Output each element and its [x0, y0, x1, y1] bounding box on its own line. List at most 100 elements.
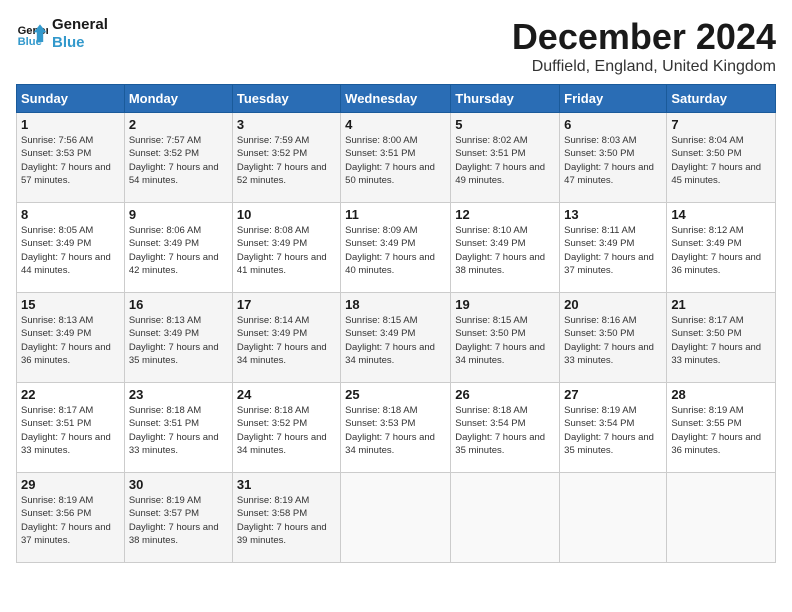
calendar-cell: 1 Sunrise: 7:56 AMSunset: 3:53 PMDaylight… — [17, 113, 125, 203]
day-info: Sunrise: 8:13 AMSunset: 3:49 PMDaylight:… — [129, 314, 228, 367]
day-header-wednesday: Wednesday — [341, 85, 451, 113]
calendar-cell: 14 Sunrise: 8:12 AMSunset: 3:49 PMDayligh… — [667, 203, 776, 293]
day-info: Sunrise: 8:12 AMSunset: 3:49 PMDaylight:… — [671, 224, 771, 277]
day-number: 13 — [564, 207, 662, 222]
day-number: 27 — [564, 387, 662, 402]
calendar-cell: 13 Sunrise: 8:11 AMSunset: 3:49 PMDayligh… — [560, 203, 667, 293]
calendar-cell: 3 Sunrise: 7:59 AMSunset: 3:52 PMDaylight… — [232, 113, 340, 203]
calendar-week-row: 22 Sunrise: 8:17 AMSunset: 3:51 PMDayligh… — [17, 383, 776, 473]
day-number: 4 — [345, 117, 446, 132]
day-info: Sunrise: 8:14 AMSunset: 3:49 PMDaylight:… — [237, 314, 336, 367]
calendar-cell: 4 Sunrise: 8:00 AMSunset: 3:51 PMDaylight… — [341, 113, 451, 203]
day-number: 17 — [237, 297, 336, 312]
day-number: 29 — [21, 477, 120, 492]
day-number: 31 — [237, 477, 336, 492]
calendar-cell: 9Sunrise: 8:06 AMSunset: 3:49 PMDaylight… — [124, 203, 232, 293]
calendar-cell: 7 Sunrise: 8:04 AMSunset: 3:50 PMDaylight… — [667, 113, 776, 203]
day-info: Sunrise: 8:02 AMSunset: 3:51 PMDaylight:… — [455, 134, 555, 187]
day-info: Sunrise: 8:09 AMSunset: 3:49 PMDaylight:… — [345, 224, 446, 277]
day-info: Sunrise: 8:17 AMSunset: 3:50 PMDaylight:… — [671, 314, 771, 367]
day-info: Sunrise: 8:10 AMSunset: 3:49 PMDaylight:… — [455, 224, 555, 277]
day-info: Sunrise: 8:18 AMSunset: 3:52 PMDaylight:… — [237, 404, 336, 457]
day-number: 20 — [564, 297, 662, 312]
calendar-cell: 30Sunrise: 8:19 AMSunset: 3:57 PMDayligh… — [124, 473, 232, 563]
day-info: Sunrise: 8:03 AMSunset: 3:50 PMDaylight:… — [564, 134, 662, 187]
day-number: 11 — [345, 207, 446, 222]
day-info: Sunrise: 8:11 AMSunset: 3:49 PMDaylight:… — [564, 224, 662, 277]
day-info: Sunrise: 8:18 AMSunset: 3:54 PMDaylight:… — [455, 404, 555, 457]
calendar-week-row: 8 Sunrise: 8:05 AMSunset: 3:49 PMDaylight… — [17, 203, 776, 293]
day-number: 21 — [671, 297, 771, 312]
day-info: Sunrise: 8:17 AMSunset: 3:51 PMDaylight:… — [21, 404, 120, 457]
calendar-week-row: 29 Sunrise: 8:19 AMSunset: 3:56 PMDayligh… — [17, 473, 776, 563]
day-info: Sunrise: 7:57 AMSunset: 3:52 PMDaylight:… — [129, 134, 228, 187]
day-info: Sunrise: 8:19 AMSunset: 3:54 PMDaylight:… — [564, 404, 662, 457]
calendar-cell: 15 Sunrise: 8:13 AMSunset: 3:49 PMDayligh… — [17, 293, 125, 383]
calendar-cell: 25 Sunrise: 8:18 AMSunset: 3:53 PMDayligh… — [341, 383, 451, 473]
day-number: 22 — [21, 387, 120, 402]
day-info: Sunrise: 8:05 AMSunset: 3:49 PMDaylight:… — [21, 224, 120, 277]
calendar-cell: 8 Sunrise: 8:05 AMSunset: 3:49 PMDaylight… — [17, 203, 125, 293]
day-info: Sunrise: 7:56 AMSunset: 3:53 PMDaylight:… — [21, 134, 120, 187]
day-number: 3 — [237, 117, 336, 132]
location: Duffield, England, United Kingdom — [512, 58, 776, 76]
day-info: Sunrise: 8:16 AMSunset: 3:50 PMDaylight:… — [564, 314, 662, 367]
day-number: 14 — [671, 207, 771, 222]
day-info: Sunrise: 8:06 AMSunset: 3:49 PMDaylight:… — [129, 224, 228, 277]
day-number: 23 — [129, 387, 228, 402]
day-number: 15 — [21, 297, 120, 312]
calendar-cell: 22 Sunrise: 8:17 AMSunset: 3:51 PMDayligh… — [17, 383, 125, 473]
day-info: Sunrise: 8:00 AMSunset: 3:51 PMDaylight:… — [345, 134, 446, 187]
title-block: December 2024 Duffield, England, United … — [512, 16, 776, 76]
calendar-cell — [667, 473, 776, 563]
day-info: Sunrise: 7:59 AMSunset: 3:52 PMDaylight:… — [237, 134, 336, 187]
day-number: 7 — [671, 117, 771, 132]
calendar-cell — [341, 473, 451, 563]
calendar-cell: 12Sunrise: 8:10 AMSunset: 3:49 PMDayligh… — [451, 203, 560, 293]
calendar-cell: 18 Sunrise: 8:15 AMSunset: 3:49 PMDayligh… — [341, 293, 451, 383]
calendar-cell: 20 Sunrise: 8:16 AMSunset: 3:50 PMDayligh… — [560, 293, 667, 383]
calendar-cell: 10 Sunrise: 8:08 AMSunset: 3:49 PMDayligh… — [232, 203, 340, 293]
calendar-cell: 28Sunrise: 8:19 AMSunset: 3:55 PMDayligh… — [667, 383, 776, 473]
logo-icon: General Blue — [16, 18, 48, 50]
calendar-cell — [560, 473, 667, 563]
day-info: Sunrise: 8:19 AMSunset: 3:57 PMDaylight:… — [129, 494, 228, 547]
calendar-cell: 5 Sunrise: 8:02 AMSunset: 3:51 PMDaylight… — [451, 113, 560, 203]
day-number: 8 — [21, 207, 120, 222]
day-info: Sunrise: 8:19 AMSunset: 3:56 PMDaylight:… — [21, 494, 120, 547]
logo-line2: Blue — [52, 34, 108, 52]
day-number: 5 — [455, 117, 555, 132]
day-header-friday: Friday — [560, 85, 667, 113]
logo-line1: General — [52, 16, 108, 34]
calendar-cell: 23 Sunrise: 8:18 AMSunset: 3:51 PMDayligh… — [124, 383, 232, 473]
day-number: 16 — [129, 297, 228, 312]
day-info: Sunrise: 8:04 AMSunset: 3:50 PMDaylight:… — [671, 134, 771, 187]
day-number: 2 — [129, 117, 228, 132]
day-info: Sunrise: 8:08 AMSunset: 3:49 PMDaylight:… — [237, 224, 336, 277]
calendar-cell: 31 Sunrise: 8:19 AMSunset: 3:58 PMDayligh… — [232, 473, 340, 563]
day-info: Sunrise: 8:15 AMSunset: 3:49 PMDaylight:… — [345, 314, 446, 367]
day-info: Sunrise: 8:18 AMSunset: 3:53 PMDaylight:… — [345, 404, 446, 457]
day-number: 18 — [345, 297, 446, 312]
day-number: 10 — [237, 207, 336, 222]
calendar-cell: 19Sunrise: 8:15 AMSunset: 3:50 PMDayligh… — [451, 293, 560, 383]
day-info: Sunrise: 8:13 AMSunset: 3:49 PMDaylight:… — [21, 314, 120, 367]
day-number: 24 — [237, 387, 336, 402]
calendar-header-row: SundayMondayTuesdayWednesdayThursdayFrid… — [17, 85, 776, 113]
day-info: Sunrise: 8:15 AMSunset: 3:50 PMDaylight:… — [455, 314, 555, 367]
calendar-cell: 29 Sunrise: 8:19 AMSunset: 3:56 PMDayligh… — [17, 473, 125, 563]
day-info: Sunrise: 8:19 AMSunset: 3:55 PMDaylight:… — [671, 404, 771, 457]
day-info: Sunrise: 8:18 AMSunset: 3:51 PMDaylight:… — [129, 404, 228, 457]
calendar-cell: 6Sunrise: 8:03 AMSunset: 3:50 PMDaylight… — [560, 113, 667, 203]
calendar-cell: 16 Sunrise: 8:13 AMSunset: 3:49 PMDayligh… — [124, 293, 232, 383]
day-number: 25 — [345, 387, 446, 402]
calendar-cell: 11 Sunrise: 8:09 AMSunset: 3:49 PMDayligh… — [341, 203, 451, 293]
calendar-cell: 21 Sunrise: 8:17 AMSunset: 3:50 PMDayligh… — [667, 293, 776, 383]
day-info: Sunrise: 8:19 AMSunset: 3:58 PMDaylight:… — [237, 494, 336, 547]
logo: General Blue General Blue — [16, 16, 108, 52]
calendar-week-row: 15 Sunrise: 8:13 AMSunset: 3:49 PMDayligh… — [17, 293, 776, 383]
calendar-cell: 26 Sunrise: 8:18 AMSunset: 3:54 PMDayligh… — [451, 383, 560, 473]
day-number: 26 — [455, 387, 555, 402]
page-header: General Blue General Blue December 2024 … — [16, 16, 776, 76]
day-number: 1 — [21, 117, 120, 132]
